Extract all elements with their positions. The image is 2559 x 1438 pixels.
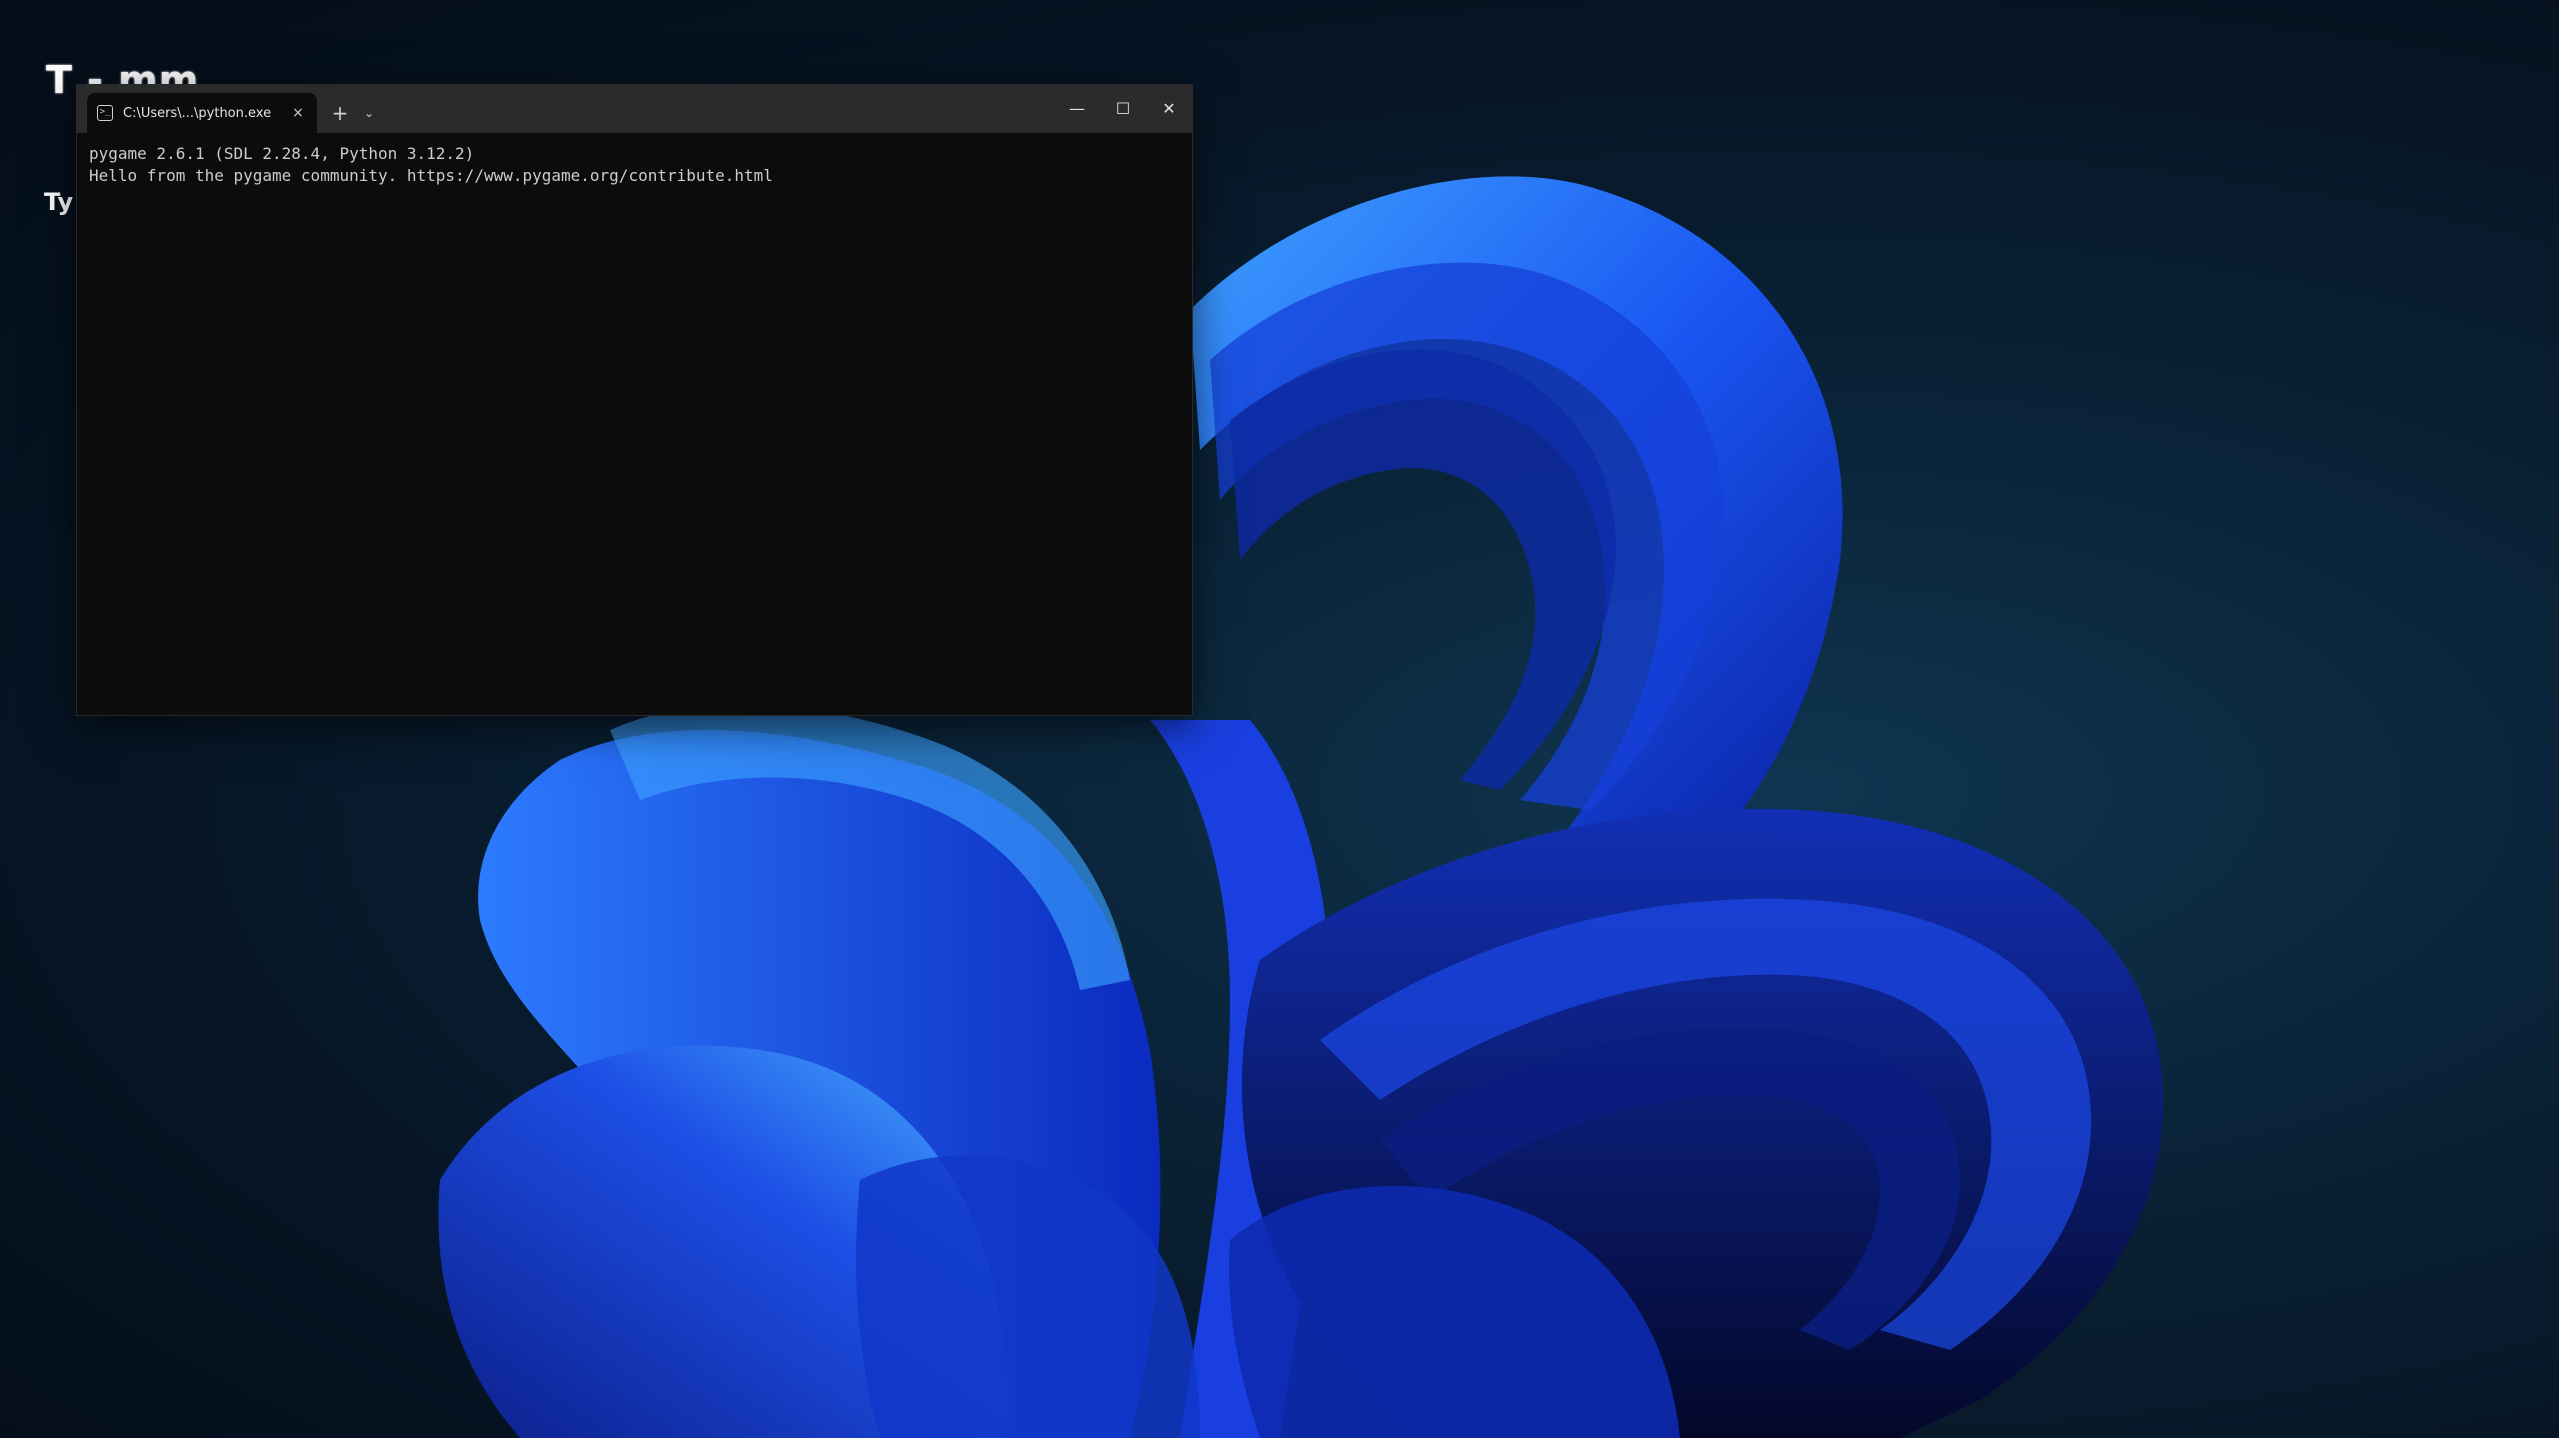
window-controls: — ☐ ✕ xyxy=(1054,85,1192,133)
new-tab-button[interactable]: + xyxy=(323,93,357,133)
tab-dropdown-button[interactable]: ⌄ xyxy=(357,93,381,133)
terminal-window[interactable]: >_ C:\Users\...\python.exe × + ⌄ — ☐ ✕ p… xyxy=(76,84,1193,716)
maximize-button[interactable]: ☐ xyxy=(1100,85,1146,133)
desktop: T - mm Ty >_ C:\Users\...\python.exe × +… xyxy=(0,0,2559,1438)
console-line: Hello from the pygame community. https:/… xyxy=(89,166,773,185)
terminal-tab[interactable]: >_ C:\Users\...\python.exe × xyxy=(87,93,317,133)
desktop-overlay-label: Ty xyxy=(44,188,74,216)
terminal-console[interactable]: pygame 2.6.1 (SDL 2.28.4, Python 3.12.2)… xyxy=(77,133,1192,715)
close-button[interactable]: ✕ xyxy=(1146,85,1192,133)
terminal-titlebar[interactable]: >_ C:\Users\...\python.exe × + ⌄ — ☐ ✕ xyxy=(77,85,1192,133)
minimize-button[interactable]: — xyxy=(1054,85,1100,133)
console-line: pygame 2.6.1 (SDL 2.28.4, Python 3.12.2) xyxy=(89,144,475,163)
tab-close-button[interactable]: × xyxy=(289,105,307,121)
terminal-icon: >_ xyxy=(97,105,113,121)
tab-title: C:\Users\...\python.exe xyxy=(123,105,272,121)
